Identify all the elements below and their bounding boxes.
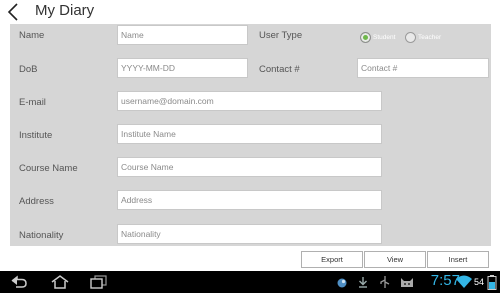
teacher-radio-label: Teacher	[418, 33, 442, 41]
teacher-radio[interactable]: Teacher	[405, 30, 441, 44]
institute-input[interactable]	[117, 124, 382, 144]
radio-unselected-icon	[405, 31, 416, 43]
institute-label: Institute	[19, 130, 53, 141]
user-type-label: User Type	[259, 30, 303, 41]
name-input[interactable]	[117, 25, 248, 45]
dob-input[interactable]	[117, 58, 248, 78]
address-input[interactable]	[117, 190, 382, 210]
back-icon[interactable]	[8, 273, 30, 291]
insert-button[interactable]: Insert	[427, 251, 489, 268]
email-input[interactable]	[117, 91, 382, 111]
cat-icon[interactable]	[396, 273, 418, 291]
app-title: My Diary	[35, 2, 95, 19]
notification-icon[interactable]	[331, 273, 353, 291]
battery-level: 54	[473, 277, 484, 287]
system-navigation-bar: 7:57 54	[0, 271, 500, 293]
download-icon[interactable]	[352, 273, 374, 291]
registration-form: Name User Type Student Teacher DoB Conta…	[10, 24, 491, 246]
export-button[interactable]: Export	[301, 251, 363, 268]
contact-input[interactable]	[357, 58, 489, 78]
course-label: Course Name	[19, 163, 78, 174]
usb-icon[interactable]	[374, 273, 396, 291]
home-icon[interactable]	[49, 273, 71, 291]
address-label: Address	[19, 196, 54, 207]
student-radio-label: Student	[373, 33, 396, 41]
email-label: E-mail	[19, 97, 46, 108]
name-label: Name	[19, 30, 45, 41]
contact-label: Contact #	[259, 64, 300, 75]
nationality-label: Nationality	[19, 230, 64, 241]
back-arrow-icon[interactable]	[4, 2, 22, 22]
recent-apps-icon[interactable]	[87, 273, 109, 291]
dob-label: DoB	[19, 64, 38, 75]
battery-icon	[487, 275, 497, 290]
course-input[interactable]	[117, 157, 382, 177]
student-radio[interactable]: Student	[360, 30, 395, 44]
action-bar: My Diary	[0, 0, 500, 24]
view-button[interactable]: View	[364, 251, 426, 268]
radio-selected-icon	[360, 31, 371, 43]
wifi-icon	[456, 275, 472, 288]
nationality-input[interactable]	[117, 224, 382, 244]
